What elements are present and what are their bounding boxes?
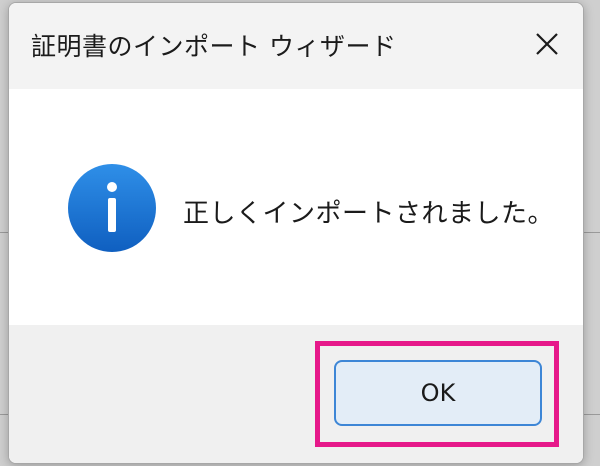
close-icon: [536, 33, 558, 55]
dialog-titlebar: 証明書のインポート ウィザード: [9, 3, 583, 89]
close-button[interactable]: [517, 15, 577, 73]
ok-button-highlight: OK: [315, 341, 559, 447]
dialog-content: 正しくインポートされました。: [9, 89, 583, 325]
info-icon: [68, 164, 156, 252]
status-message: 正しくインポートされました。: [183, 199, 555, 229]
dialog-footer: OK: [9, 325, 583, 463]
certificate-import-dialog: 証明書のインポート ウィザード 正しくインポートされました。 OK: [8, 2, 584, 464]
ok-button[interactable]: OK: [334, 360, 542, 426]
dialog-title: 証明書のインポート ウィザード: [31, 32, 397, 61]
